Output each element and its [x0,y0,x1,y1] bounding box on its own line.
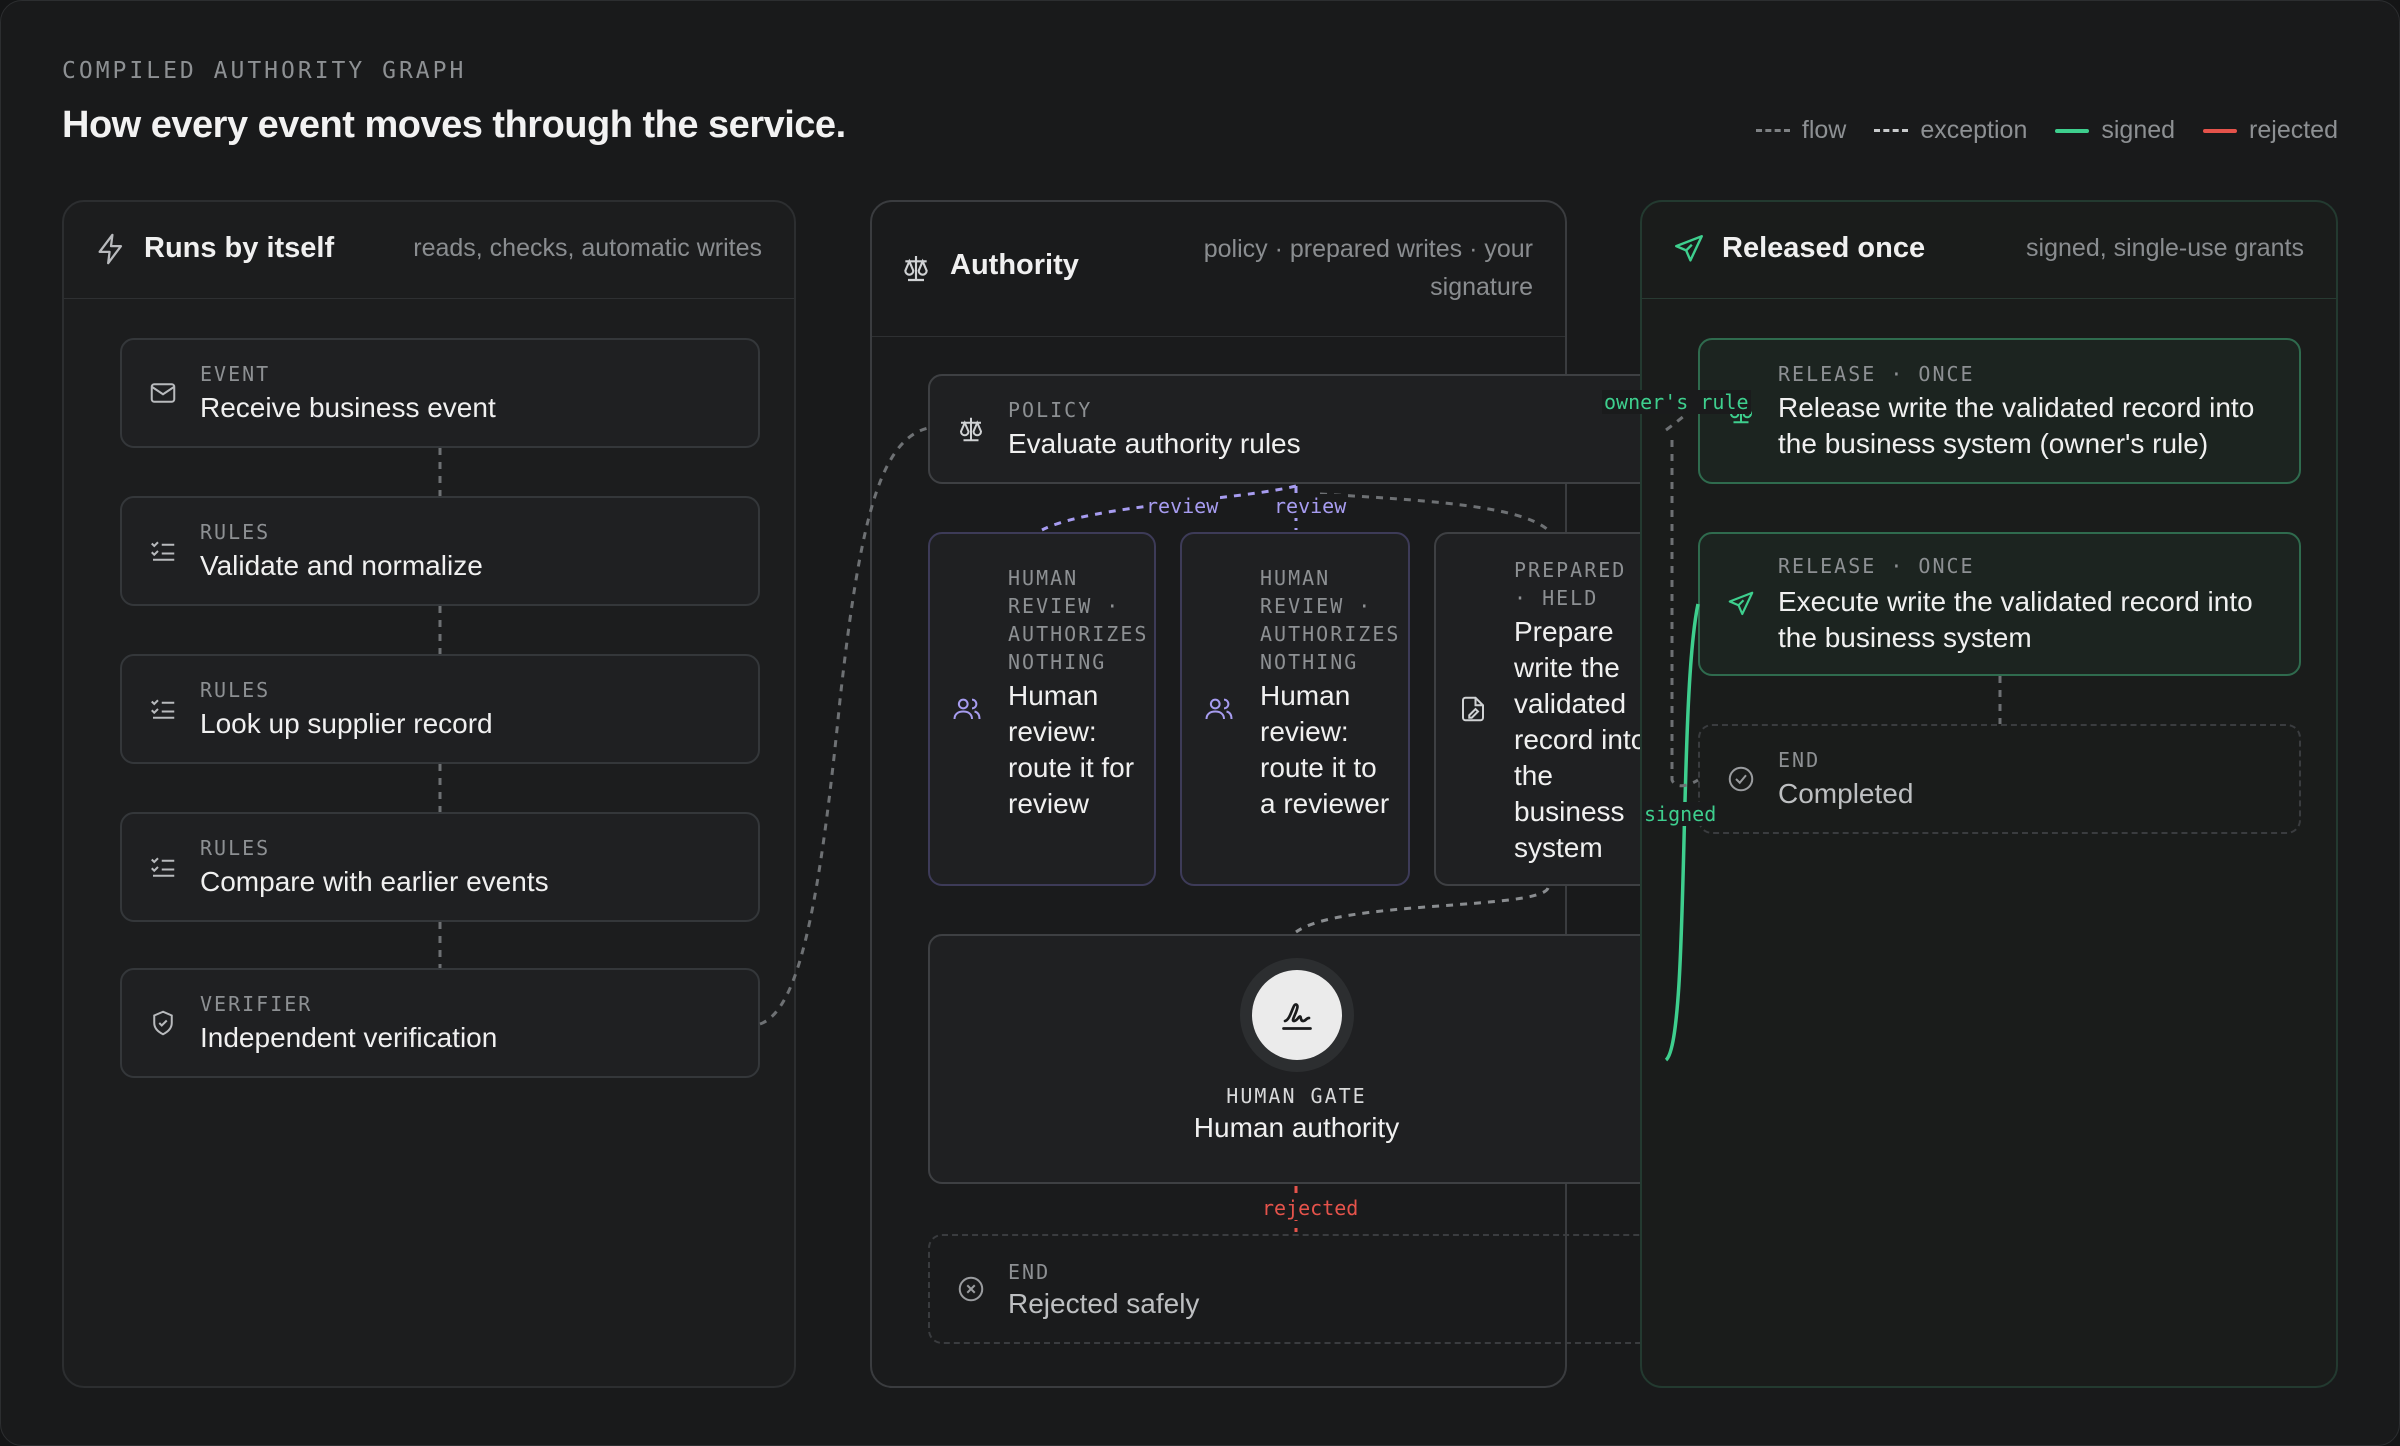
edges-layer [438,404,2002,1232]
edge-prepared-gate [1295,887,1550,934]
edge-signed [1664,603,1700,1062]
edge-label-owners-rule: owner's rule [1602,390,1751,414]
edge-label-signed: signed [1642,802,1719,826]
edge-label-review: review [1272,494,1349,518]
edge-verify-to-policy [759,426,929,1026]
edge-owner-to-complete [1670,440,1699,788]
edge-label-review: review [1144,494,1221,518]
edge-label-rejected: rejected [1260,1196,1361,1220]
edge-policy-prepared [1319,492,1549,532]
